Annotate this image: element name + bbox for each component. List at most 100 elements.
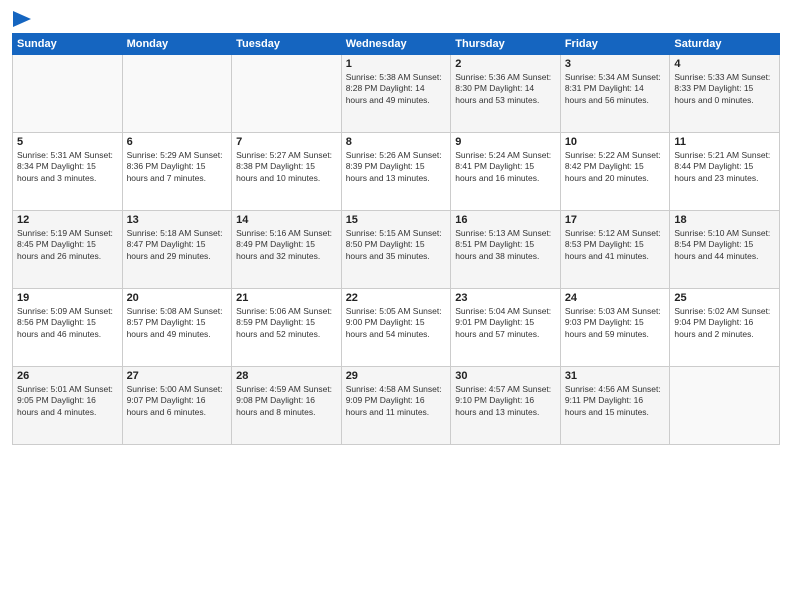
day-number: 5 xyxy=(17,136,118,148)
day-number: 1 xyxy=(346,58,447,70)
day-info: Sunrise: 5:09 AM Sunset: 8:56 PM Dayligh… xyxy=(17,306,118,340)
day-info: Sunrise: 5:38 AM Sunset: 8:28 PM Dayligh… xyxy=(346,72,447,106)
calendar-cell: 13 Sunrise: 5:18 AM Sunset: 8:47 PM Dayli… xyxy=(122,211,232,289)
day-number: 11 xyxy=(674,136,775,148)
day-number: 6 xyxy=(127,136,228,148)
day-number: 21 xyxy=(236,292,337,304)
day-number: 14 xyxy=(236,214,337,226)
header-monday: Monday xyxy=(122,34,232,55)
day-info: Sunrise: 4:58 AM Sunset: 9:09 PM Dayligh… xyxy=(346,384,447,418)
day-info: Sunrise: 5:27 AM Sunset: 8:38 PM Dayligh… xyxy=(236,150,337,184)
calendar-cell: 18Sunrise: 5:10 AM Sunset: 8:54 PM Dayli… xyxy=(670,211,780,289)
header-sunday: Sunday xyxy=(13,34,123,55)
week-row-2: 5 Sunrise: 5:31 AM Sunset: 8:34 PM Daylig… xyxy=(13,133,780,211)
day-info: Sunrise: 5:03 AM Sunset: 9:03 PM Dayligh… xyxy=(565,306,666,340)
day-number: 7 xyxy=(236,136,337,148)
day-info: Sunrise: 5:08 AM Sunset: 8:57 PM Dayligh… xyxy=(127,306,228,340)
calendar-cell: 24 Sunrise: 5:03 AM Sunset: 9:03 PM Dayli… xyxy=(560,289,670,367)
calendar-cell: 10 Sunrise: 5:22 AM Sunset: 8:42 PM Dayli… xyxy=(560,133,670,211)
day-info: Sunrise: 5:21 AM Sunset: 8:44 PM Dayligh… xyxy=(674,150,775,184)
day-info: Sunrise: 4:56 AM Sunset: 9:11 PM Dayligh… xyxy=(565,384,666,418)
calendar-cell: 26 Sunrise: 5:01 AM Sunset: 9:05 PM Dayli… xyxy=(13,367,123,445)
calendar-cell xyxy=(122,55,232,133)
day-info: Sunrise: 5:02 AM Sunset: 9:04 PM Dayligh… xyxy=(674,306,775,340)
day-info: Sunrise: 5:06 AM Sunset: 8:59 PM Dayligh… xyxy=(236,306,337,340)
calendar-cell: 29Sunrise: 4:58 AM Sunset: 9:09 PM Dayli… xyxy=(341,367,451,445)
calendar-container: SundayMondayTuesdayWednesdayThursdayFrid… xyxy=(0,0,792,453)
calendar-cell: 31 Sunrise: 4:56 AM Sunset: 9:11 PM Dayli… xyxy=(560,367,670,445)
week-row-3: 12 Sunrise: 5:19 AM Sunset: 8:45 PM Dayli… xyxy=(13,211,780,289)
day-number: 3 xyxy=(565,58,666,70)
calendar-cell: 23 Sunrise: 5:04 AM Sunset: 9:01 PM Dayli… xyxy=(451,289,561,367)
day-number: 26 xyxy=(17,370,118,382)
day-info: Sunrise: 4:59 AM Sunset: 9:08 PM Dayligh… xyxy=(236,384,337,418)
calendar-cell xyxy=(232,55,342,133)
day-number: 23 xyxy=(455,292,556,304)
calendar-cell: 21 Sunrise: 5:06 AM Sunset: 8:59 PM Dayli… xyxy=(232,289,342,367)
header-tuesday: Tuesday xyxy=(232,34,342,55)
calendar-cell: 6 Sunrise: 5:29 AM Sunset: 8:36 PM Daylig… xyxy=(122,133,232,211)
day-number: 19 xyxy=(17,292,118,304)
day-info: Sunrise: 5:34 AM Sunset: 8:31 PM Dayligh… xyxy=(565,72,666,106)
day-number: 10 xyxy=(565,136,666,148)
day-info: Sunrise: 5:01 AM Sunset: 9:05 PM Dayligh… xyxy=(17,384,118,418)
calendar-cell: 5 Sunrise: 5:31 AM Sunset: 8:34 PM Daylig… xyxy=(13,133,123,211)
day-number: 15 xyxy=(346,214,447,226)
day-number: 22 xyxy=(346,292,447,304)
calendar-cell: 2Sunrise: 5:36 AM Sunset: 8:30 PM Daylig… xyxy=(451,55,561,133)
day-number: 8 xyxy=(346,136,447,148)
day-number: 9 xyxy=(455,136,556,148)
day-number: 25 xyxy=(674,292,775,304)
day-number: 4 xyxy=(674,58,775,70)
day-number: 2 xyxy=(455,58,556,70)
day-number: 16 xyxy=(455,214,556,226)
calendar-cell: 22Sunrise: 5:05 AM Sunset: 9:00 PM Dayli… xyxy=(341,289,451,367)
calendar-cell: 14 Sunrise: 5:16 AM Sunset: 8:49 PM Dayli… xyxy=(232,211,342,289)
day-info: Sunrise: 5:12 AM Sunset: 8:53 PM Dayligh… xyxy=(565,228,666,262)
day-number: 12 xyxy=(17,214,118,226)
day-number: 31 xyxy=(565,370,666,382)
day-info: Sunrise: 5:13 AM Sunset: 8:51 PM Dayligh… xyxy=(455,228,556,262)
day-number: 13 xyxy=(127,214,228,226)
calendar-cell: 25 Sunrise: 5:02 AM Sunset: 9:04 PM Dayli… xyxy=(670,289,780,367)
day-number: 30 xyxy=(455,370,556,382)
day-number: 27 xyxy=(127,370,228,382)
day-number: 20 xyxy=(127,292,228,304)
calendar-cell: 11 Sunrise: 5:21 AM Sunset: 8:44 PM Dayli… xyxy=(670,133,780,211)
day-info: Sunrise: 5:15 AM Sunset: 8:50 PM Dayligh… xyxy=(346,228,447,262)
day-info: Sunrise: 5:04 AM Sunset: 9:01 PM Dayligh… xyxy=(455,306,556,340)
day-number: 24 xyxy=(565,292,666,304)
header xyxy=(12,10,780,27)
day-info: Sunrise: 5:33 AM Sunset: 8:33 PM Dayligh… xyxy=(674,72,775,106)
calendar-cell: 28Sunrise: 4:59 AM Sunset: 9:08 PM Dayli… xyxy=(232,367,342,445)
header-friday: Friday xyxy=(560,34,670,55)
calendar-cell: 1 Sunrise: 5:38 AM Sunset: 8:28 PM Daylig… xyxy=(341,55,451,133)
logo-arrow-icon xyxy=(13,11,31,27)
calendar-cell: 16 Sunrise: 5:13 AM Sunset: 8:51 PM Dayli… xyxy=(451,211,561,289)
header-wednesday: Wednesday xyxy=(341,34,451,55)
calendar-cell: 27Sunrise: 5:00 AM Sunset: 9:07 PM Dayli… xyxy=(122,367,232,445)
day-number: 17 xyxy=(565,214,666,226)
day-info: Sunrise: 4:57 AM Sunset: 9:10 PM Dayligh… xyxy=(455,384,556,418)
day-info: Sunrise: 5:19 AM Sunset: 8:45 PM Dayligh… xyxy=(17,228,118,262)
calendar-cell xyxy=(670,367,780,445)
calendar-table: SundayMondayTuesdayWednesdayThursdayFrid… xyxy=(12,33,780,445)
day-info: Sunrise: 5:18 AM Sunset: 8:47 PM Dayligh… xyxy=(127,228,228,262)
calendar-cell: 8Sunrise: 5:26 AM Sunset: 8:39 PM Daylig… xyxy=(341,133,451,211)
day-info: Sunrise: 5:16 AM Sunset: 8:49 PM Dayligh… xyxy=(236,228,337,262)
calendar-header-row: SundayMondayTuesdayWednesdayThursdayFrid… xyxy=(13,34,780,55)
calendar-cell: 17 Sunrise: 5:12 AM Sunset: 8:53 PM Dayli… xyxy=(560,211,670,289)
day-info: Sunrise: 5:29 AM Sunset: 8:36 PM Dayligh… xyxy=(127,150,228,184)
calendar-cell: 9Sunrise: 5:24 AM Sunset: 8:41 PM Daylig… xyxy=(451,133,561,211)
calendar-cell: 19 Sunrise: 5:09 AM Sunset: 8:56 PM Dayli… xyxy=(13,289,123,367)
calendar-cell: 7 Sunrise: 5:27 AM Sunset: 8:38 PM Daylig… xyxy=(232,133,342,211)
week-row-5: 26 Sunrise: 5:01 AM Sunset: 9:05 PM Dayli… xyxy=(13,367,780,445)
header-saturday: Saturday xyxy=(670,34,780,55)
week-row-4: 19 Sunrise: 5:09 AM Sunset: 8:56 PM Dayli… xyxy=(13,289,780,367)
day-info: Sunrise: 5:22 AM Sunset: 8:42 PM Dayligh… xyxy=(565,150,666,184)
logo xyxy=(12,10,31,27)
calendar-cell: 12 Sunrise: 5:19 AM Sunset: 8:45 PM Dayli… xyxy=(13,211,123,289)
day-info: Sunrise: 5:10 AM Sunset: 8:54 PM Dayligh… xyxy=(674,228,775,262)
day-info: Sunrise: 5:31 AM Sunset: 8:34 PM Dayligh… xyxy=(17,150,118,184)
calendar-cell: 20 Sunrise: 5:08 AM Sunset: 8:57 PM Dayli… xyxy=(122,289,232,367)
